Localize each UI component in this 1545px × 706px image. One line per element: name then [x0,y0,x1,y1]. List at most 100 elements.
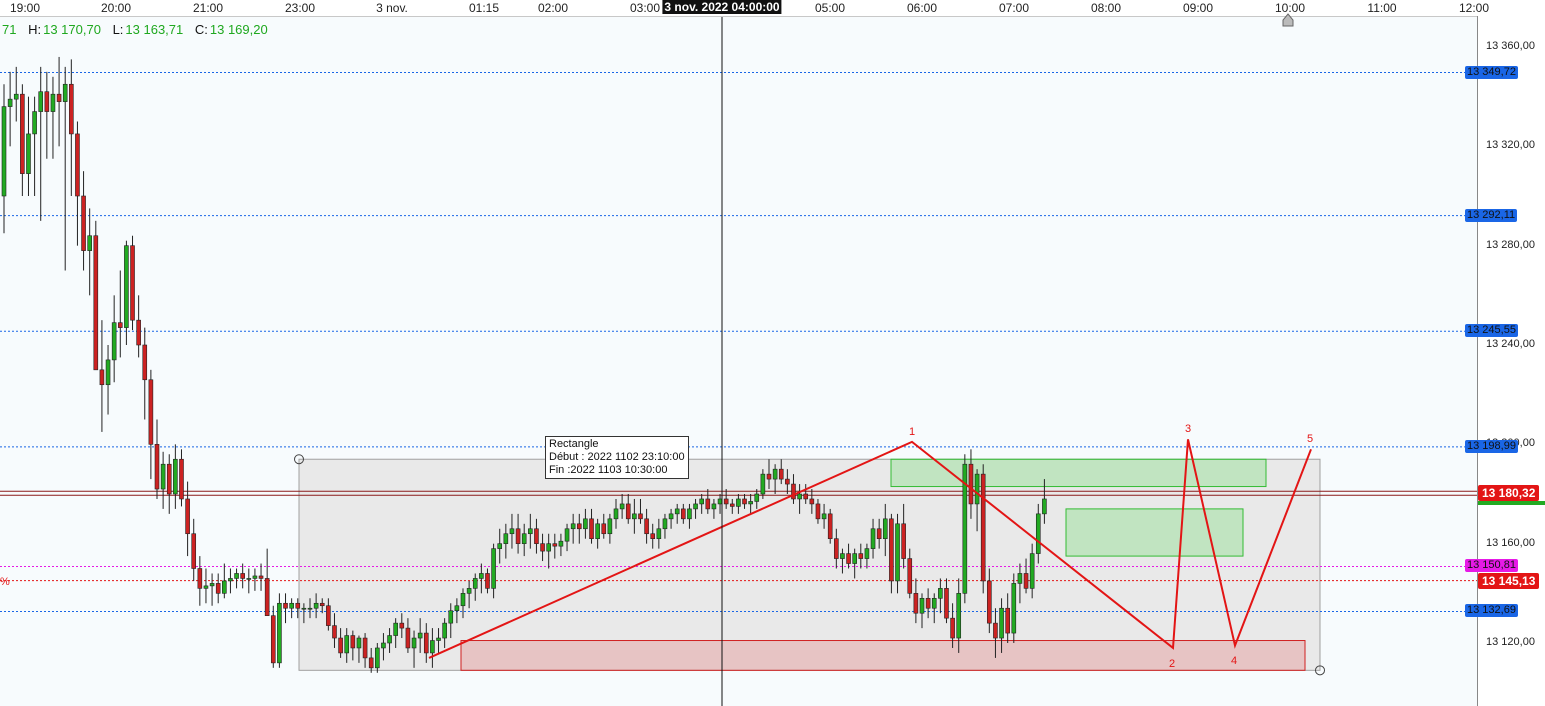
candle-body [252,575,258,579]
candle [185,481,190,557]
price-level-badge: 13 349,72 [1465,65,1518,79]
candle [20,84,25,196]
candle-body [601,523,607,535]
candle [93,220,99,371]
price-level-badge: 13 150,81 [1465,559,1518,573]
candle-body [711,503,717,510]
candle-body [656,528,662,539]
candle-body [625,503,631,520]
crosshair-time-label: 3 nov. 2022 04:00:00 [662,0,782,14]
candle-body [815,503,821,520]
chart-canvas[interactable] [0,0,1545,706]
chart-window[interactable]: 19:00 20:00 21:00 23:00 3 nov. 01:15 02:00 03:0… [0,0,1545,706]
candle-body [13,93,19,100]
time-label: 01:15 [468,1,500,15]
candle [962,454,968,604]
candle-body [277,602,282,664]
candle-body [234,573,239,579]
candle-body [515,528,521,544]
low-value: 13 163,71 [125,22,184,37]
candle-body [93,235,99,371]
candle [81,171,86,271]
candle-body [362,637,368,659]
candle-body [491,548,496,589]
candle [160,451,166,509]
candle [203,568,209,604]
candle-body [723,498,729,505]
candle-body [326,605,331,626]
wave-label: 5 [1307,433,1314,446]
time-label: 3 nov. [376,1,408,15]
candle-body [791,483,796,500]
candle-body [1035,513,1041,554]
candle [99,320,105,432]
time-label: 21:00 [192,1,224,15]
candle [252,568,258,591]
rectangle-tooltip: Rectangle Début : 2022 1102 23:10:00 Fin… [545,436,689,479]
candle-body [166,463,172,495]
candle-body [834,538,839,559]
candle-body [1017,573,1023,584]
price-axis[interactable] [1477,16,1545,706]
candle-body [827,513,833,539]
candle-body [785,478,790,485]
candle [50,76,56,159]
candle-body [26,133,31,174]
candle-body [405,627,411,649]
wave-label: 4 [1231,655,1238,668]
candle-body [197,568,203,589]
candle-body [417,632,423,639]
candle-body [534,528,539,544]
tooltip-end: Fin :2022 1103 10:30:00 [549,464,668,476]
candle-body [203,585,209,589]
time-label: 23:00 [284,1,316,15]
time-label: 05:00 [814,1,846,15]
candle-body [674,508,680,515]
candle-body [479,573,484,579]
candle-body [62,83,68,102]
candle-body [7,98,13,107]
candle-body [466,588,472,594]
candle-body [742,498,747,505]
candle-body [668,513,674,520]
candle [197,556,203,606]
candle-body [576,523,582,530]
candle-body [950,617,955,639]
candle-body [821,513,827,520]
candle-body [264,578,270,616]
price-change-indicator [1478,501,1545,506]
candle-body [705,498,711,510]
scroll-marker-icon[interactable] [1282,13,1294,27]
candle [87,208,92,296]
candle-body [368,657,374,669]
candle-body [240,573,245,579]
candle [62,66,68,271]
candle [980,464,986,594]
candle-body [209,583,215,587]
candle-body [454,605,460,612]
price-tick: 13 160,00 [1486,536,1535,549]
candle-body [1042,498,1047,515]
candle-body [846,553,851,564]
candle-body [772,468,778,480]
price-tick: 13 240,00 [1486,338,1535,350]
time-label: 07:00 [998,1,1030,15]
candle [1,84,7,234]
candle-body [693,503,698,510]
candle-body [662,518,668,530]
candle-body [882,518,888,539]
candle-body [1,106,7,197]
candle [26,96,31,196]
candle-body [56,93,62,102]
candle-body [870,528,876,549]
candle-body [154,444,160,490]
level-price-badge: 13 145,13 [1478,572,1540,589]
candle-body [215,583,221,594]
candle [75,121,80,246]
wave-label: 3 [1185,423,1192,436]
price-tick: 13 120,00 [1486,636,1535,648]
candle-body [381,642,386,649]
candle-body [356,637,362,649]
time-label: 02:00 [537,1,569,15]
candle-body [803,493,809,500]
